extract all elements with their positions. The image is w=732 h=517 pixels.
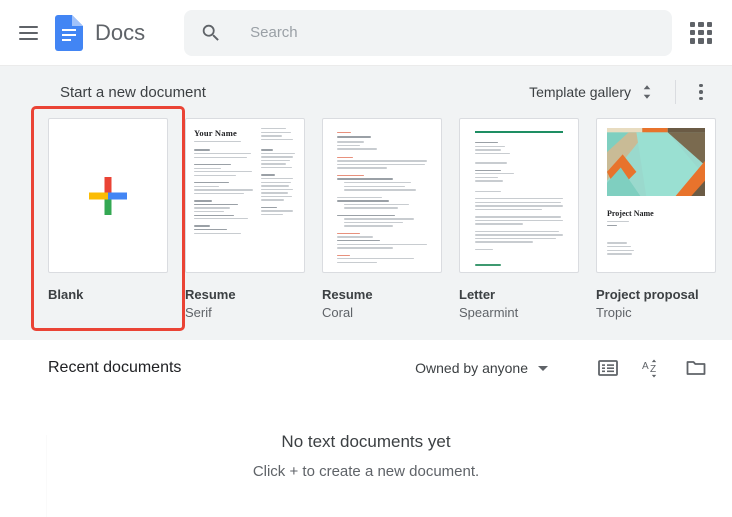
template-card-name: Resume — [185, 287, 236, 302]
template-thumbnail-resume-serif: Your Name — [185, 118, 305, 273]
template-card-name: Blank — [48, 287, 84, 302]
hamburger-menu-icon[interactable] — [10, 15, 46, 51]
owner-filter-label: Owned by anyone — [415, 360, 528, 376]
empty-state: No text documents yet Click + to create … — [0, 432, 732, 480]
recent-documents-section: Recent documents Owned by anyone A Z No … — [0, 340, 732, 517]
app-header: Docs — [0, 0, 732, 66]
thumb-heading-project-name: Project Name — [607, 209, 654, 218]
caret-down-icon — [538, 365, 548, 371]
tropic-cover-art — [607, 128, 705, 196]
template-card-blank[interactable]: Blank — [31, 106, 185, 331]
template-thumbnail-blank — [48, 118, 168, 273]
empty-state-title: No text documents yet — [281, 432, 451, 451]
template-card-project-proposal-tropic[interactable]: Project Name Project proposal Tropic — [596, 118, 716, 320]
templates-section: Start a new document Template gallery Bl… — [0, 66, 732, 340]
blank-plus-icon — [49, 119, 167, 272]
sort-az-icon[interactable]: A Z — [640, 356, 664, 380]
app-title: Docs — [95, 19, 146, 45]
templates-actions: Template gallery — [521, 77, 716, 107]
template-card-subtitle: Coral — [322, 305, 354, 320]
left-rule — [46, 435, 47, 517]
folder-icon[interactable] — [684, 356, 708, 380]
template-thumbnail-letter-spearmint — [459, 118, 579, 273]
thumb-heading-your-name: Your Name — [194, 128, 237, 138]
recent-view-controls: A Z — [596, 356, 708, 380]
google-docs-icon — [55, 14, 83, 51]
template-card-row: Blank Your Name Resume Serif Resume Cora… — [0, 106, 732, 331]
owner-filter-dropdown[interactable]: Owned by anyone — [407, 354, 556, 382]
svg-text:Z: Z — [650, 364, 656, 375]
templates-title: Start a new document — [60, 83, 206, 101]
template-gallery-button[interactable]: Template gallery — [521, 77, 659, 107]
template-gallery-label: Template gallery — [529, 84, 631, 100]
svg-text:A: A — [642, 361, 649, 372]
google-apps-grid-icon[interactable] — [684, 16, 718, 50]
template-card-subtitle: Tropic — [596, 305, 632, 320]
empty-state-subtitle: Click + to create a new document. — [252, 463, 480, 480]
template-card-letter-spearmint[interactable]: Letter Spearmint — [459, 118, 579, 320]
template-card-name: Project proposal — [596, 287, 699, 302]
template-thumbnail-resume-coral — [322, 118, 442, 273]
list-view-icon[interactable] — [596, 356, 620, 380]
chevron-up-down-icon — [643, 85, 651, 99]
search-bar[interactable] — [184, 9, 673, 56]
template-card-name: Letter — [459, 287, 496, 302]
recent-documents-title: Recent documents — [48, 359, 182, 376]
templates-header: Start a new document Template gallery — [0, 66, 732, 118]
more-vertical-icon[interactable] — [686, 77, 716, 107]
template-card-name: Resume — [322, 287, 373, 302]
template-card-subtitle: Serif — [185, 305, 212, 320]
recent-documents-header: Recent documents Owned by anyone A Z — [0, 340, 732, 396]
template-card-resume-coral[interactable]: Resume Coral — [322, 118, 442, 320]
template-thumbnail-project-tropic: Project Name — [596, 118, 716, 273]
template-card-subtitle: Spearmint — [459, 305, 519, 320]
search-input[interactable] — [250, 24, 657, 41]
template-card-resume-serif[interactable]: Your Name Resume Serif — [185, 118, 305, 320]
docs-logo[interactable]: Docs — [55, 14, 146, 51]
toolbar-divider — [675, 80, 676, 104]
search-icon — [202, 24, 219, 41]
